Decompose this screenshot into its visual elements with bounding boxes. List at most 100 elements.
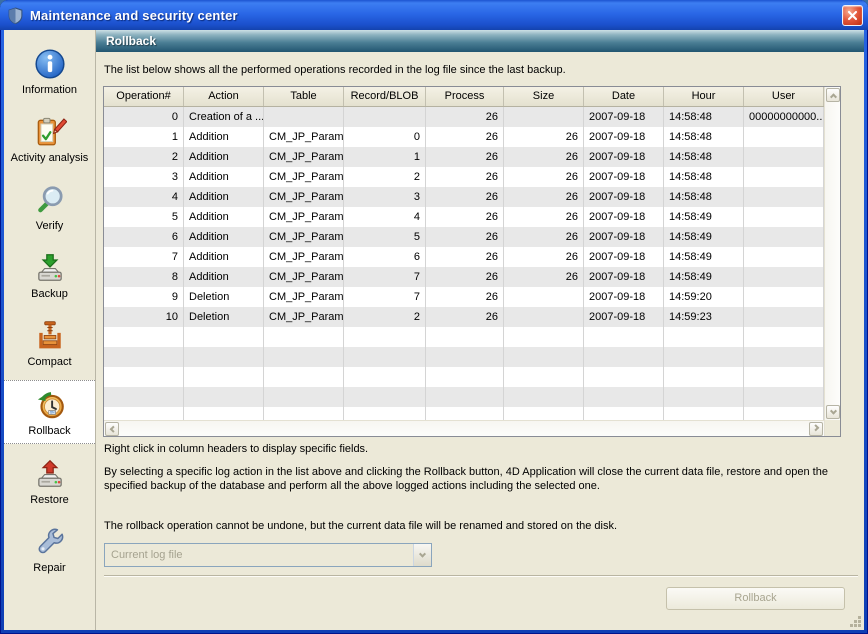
table-cell: 2007-09-18 (584, 227, 664, 247)
column-header[interactable]: Process (426, 87, 504, 106)
column-header[interactable]: User (744, 87, 824, 106)
scroll-right-button[interactable] (809, 422, 823, 436)
table-row[interactable]: 7AdditionCM_JP_Params626262007-09-1814:5… (104, 247, 824, 267)
table-row[interactable] (104, 367, 824, 387)
table-cell (104, 387, 184, 407)
log-file-select-value: Current log file (105, 544, 413, 566)
table-cell (744, 347, 824, 367)
table-cell (184, 387, 264, 407)
info-icon (33, 47, 67, 81)
table-row[interactable]: 2AdditionCM_JP_Params126262007-09-1814:5… (104, 147, 824, 167)
table-cell (264, 367, 344, 387)
table-cell (584, 407, 664, 420)
table-row[interactable] (104, 407, 824, 420)
column-header[interactable]: Size (504, 87, 584, 106)
table-cell: 26 (504, 247, 584, 267)
sidebar-item-repair[interactable]: Repair (4, 518, 95, 580)
table-cell (104, 367, 184, 387)
table-row[interactable]: 5AdditionCM_JP_Params426262007-09-1814:5… (104, 207, 824, 227)
sidebar-item-restore[interactable]: Restore (4, 450, 95, 512)
title-bar[interactable]: Maintenance and security center (0, 0, 868, 30)
table-cell (744, 367, 824, 387)
table-cell: Addition (184, 167, 264, 187)
table-row[interactable] (104, 327, 824, 347)
table-cell (744, 307, 824, 327)
scroll-down-button[interactable] (826, 405, 840, 419)
sidebar-item-activity-analysis[interactable]: Activity analysis (4, 108, 95, 170)
table-row[interactable]: 8AdditionCM_JP_Params726262007-09-1814:5… (104, 267, 824, 287)
rollback-icon: ON (33, 388, 67, 422)
table-cell (264, 327, 344, 347)
table-cell: 14:58:48 (664, 127, 744, 147)
sidebar-item-information[interactable]: Information (4, 40, 95, 102)
column-header[interactable]: Date (584, 87, 664, 106)
table-cell: 2 (344, 167, 426, 187)
table-cell: 26 (426, 287, 504, 307)
table-cell (104, 327, 184, 347)
operations-table: Operation#ActionTableRecord/BLOBProcessS… (103, 86, 841, 437)
backup-icon (33, 251, 67, 285)
table-row[interactable] (104, 347, 824, 367)
close-button[interactable] (842, 5, 863, 26)
table-cell: 26 (426, 107, 504, 127)
table-cell (744, 387, 824, 407)
table-cell (584, 327, 664, 347)
table-cell (344, 107, 426, 127)
chevron-down-icon (829, 407, 836, 414)
table-cell: CM_JP_Params (264, 227, 344, 247)
table-cell (504, 387, 584, 407)
table-cell (344, 367, 426, 387)
table-cell: Creation of a ... (184, 107, 264, 127)
table-row[interactable]: 9DeletionCM_JP_Params7262007-09-1814:59:… (104, 287, 824, 307)
table-row[interactable]: 4AdditionCM_JP_Params326262007-09-1814:5… (104, 187, 824, 207)
table-cell (426, 347, 504, 367)
table-cell: CM_JP_Params (264, 147, 344, 167)
rollback-description: By selecting a specific log action in th… (104, 465, 854, 493)
table-cell (664, 367, 744, 387)
sidebar-item-verify[interactable]: Verify (4, 176, 95, 238)
sidebar-item-backup[interactable]: Backup (4, 244, 95, 306)
resize-grip[interactable] (848, 614, 861, 627)
column-header[interactable]: Operation# (104, 87, 184, 106)
scroll-left-button[interactable] (105, 422, 119, 436)
table-cell: Addition (184, 227, 264, 247)
table-row[interactable]: 10DeletionCM_JP_Params2262007-09-1814:59… (104, 307, 824, 327)
table-cell: Addition (184, 207, 264, 227)
table-row[interactable]: 6AdditionCM_JP_Params526262007-09-1814:5… (104, 227, 824, 247)
table-cell: 4 (104, 187, 184, 207)
sidebar: InformationActivity analysisVerifyBackup… (4, 30, 96, 630)
table-row[interactable]: 0Creation of a ...262007-09-1814:58:4800… (104, 107, 824, 127)
sidebar-item-rollback[interactable]: ON Rollback (4, 380, 95, 444)
column-header[interactable]: Table (264, 87, 344, 106)
compact-icon (33, 319, 67, 353)
table-cell (664, 327, 744, 347)
table-cell (104, 407, 184, 420)
sidebar-item-label: Rollback (28, 425, 70, 437)
table-cell (744, 287, 824, 307)
sidebar-item-compact[interactable]: Compact (4, 312, 95, 374)
column-header[interactable]: Action (184, 87, 264, 106)
vertical-scroll-track[interactable] (825, 103, 840, 404)
table-cell: 5 (104, 207, 184, 227)
table-cell: 14:58:48 (664, 147, 744, 167)
table-cell: 2007-09-18 (584, 107, 664, 127)
column-header[interactable]: Record/BLOB (344, 87, 426, 106)
column-header[interactable]: Hour (664, 87, 744, 106)
table-cell: 2007-09-18 (584, 127, 664, 147)
table-row[interactable]: 3AdditionCM_JP_Params226262007-09-1814:5… (104, 167, 824, 187)
scroll-up-button[interactable] (826, 88, 840, 102)
combo-dropdown-button[interactable] (413, 544, 431, 566)
horizontal-scrollbar[interactable] (104, 420, 824, 436)
log-file-select[interactable]: Current log file (104, 543, 432, 567)
table-cell: Addition (184, 247, 264, 267)
rollback-button[interactable]: Rollback (666, 587, 845, 610)
sidebar-item-label: Compact (27, 356, 71, 368)
table-cell: 4 (344, 207, 426, 227)
table-cell: 14:58:48 (664, 107, 744, 127)
table-row[interactable] (104, 387, 824, 407)
column-header-hint: Right click in column headers to display… (104, 443, 852, 455)
table-cell: 2 (344, 307, 426, 327)
table-cell (426, 407, 504, 420)
table-row[interactable]: 1AdditionCM_JP_Params026262007-09-1814:5… (104, 127, 824, 147)
vertical-scrollbar[interactable] (824, 87, 840, 436)
